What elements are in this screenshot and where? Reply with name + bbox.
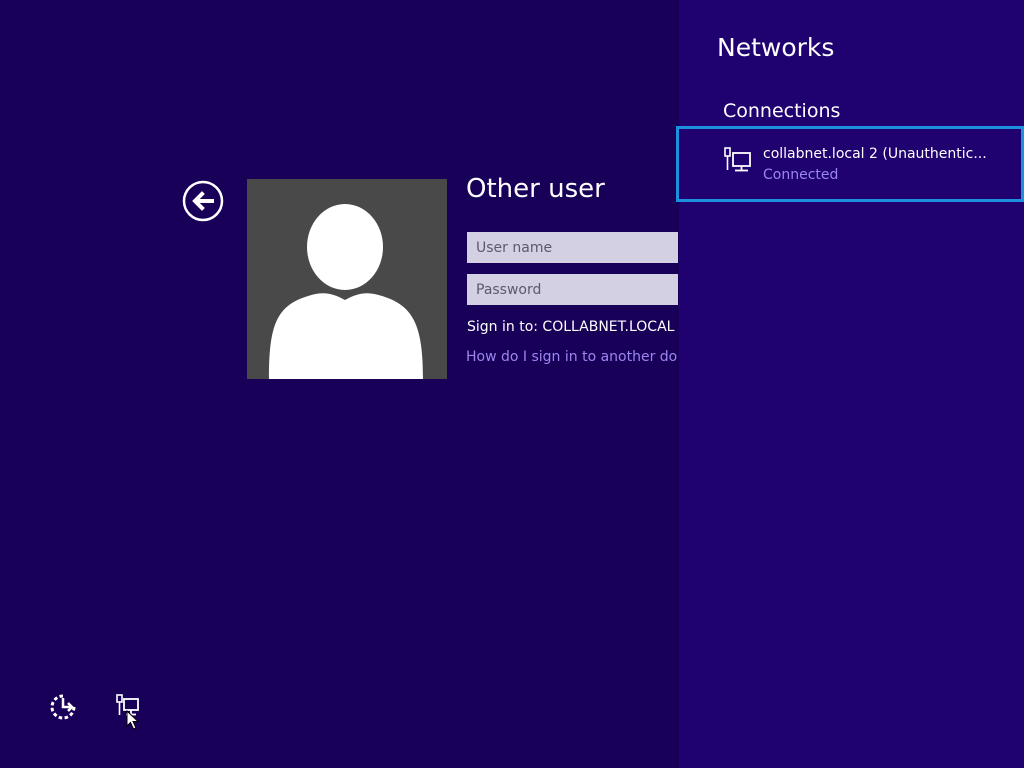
user-title: Other user — [466, 174, 605, 204]
back-button[interactable] — [182, 180, 224, 222]
back-arrow-icon — [182, 180, 224, 222]
network-connection-item[interactable]: collabnet.local 2 (Unauthentic... Connec… — [676, 126, 1024, 202]
ease-of-access-icon — [50, 694, 76, 720]
ease-of-access-button[interactable] — [49, 693, 77, 721]
password-input[interactable] — [467, 274, 678, 305]
login-panel: Other user Sign in to: COLLABNET.LOCAL H… — [466, 172, 678, 382]
mouse-cursor-icon — [126, 710, 140, 730]
other-domain-help-link[interactable]: How do I sign in to another domain? — [466, 349, 678, 365]
avatar — [247, 179, 447, 379]
user-silhouette-icon — [269, 204, 423, 379]
wired-network-icon — [724, 147, 751, 172]
username-input[interactable] — [467, 232, 678, 263]
connection-status: Connected — [763, 167, 839, 183]
flyout-title: Networks — [717, 33, 835, 62]
sign-in-domain-label: Sign in to: COLLABNET.LOCAL — [467, 319, 675, 335]
networks-flyout: Networks Connections collabnet.local 2 (… — [676, 0, 1024, 768]
connections-section-title: Connections — [723, 100, 841, 122]
lock-screen: Other user Sign in to: COLLABNET.LOCAL H… — [0, 0, 1024, 768]
connection-name: collabnet.local 2 (Unauthentic... — [763, 146, 987, 162]
